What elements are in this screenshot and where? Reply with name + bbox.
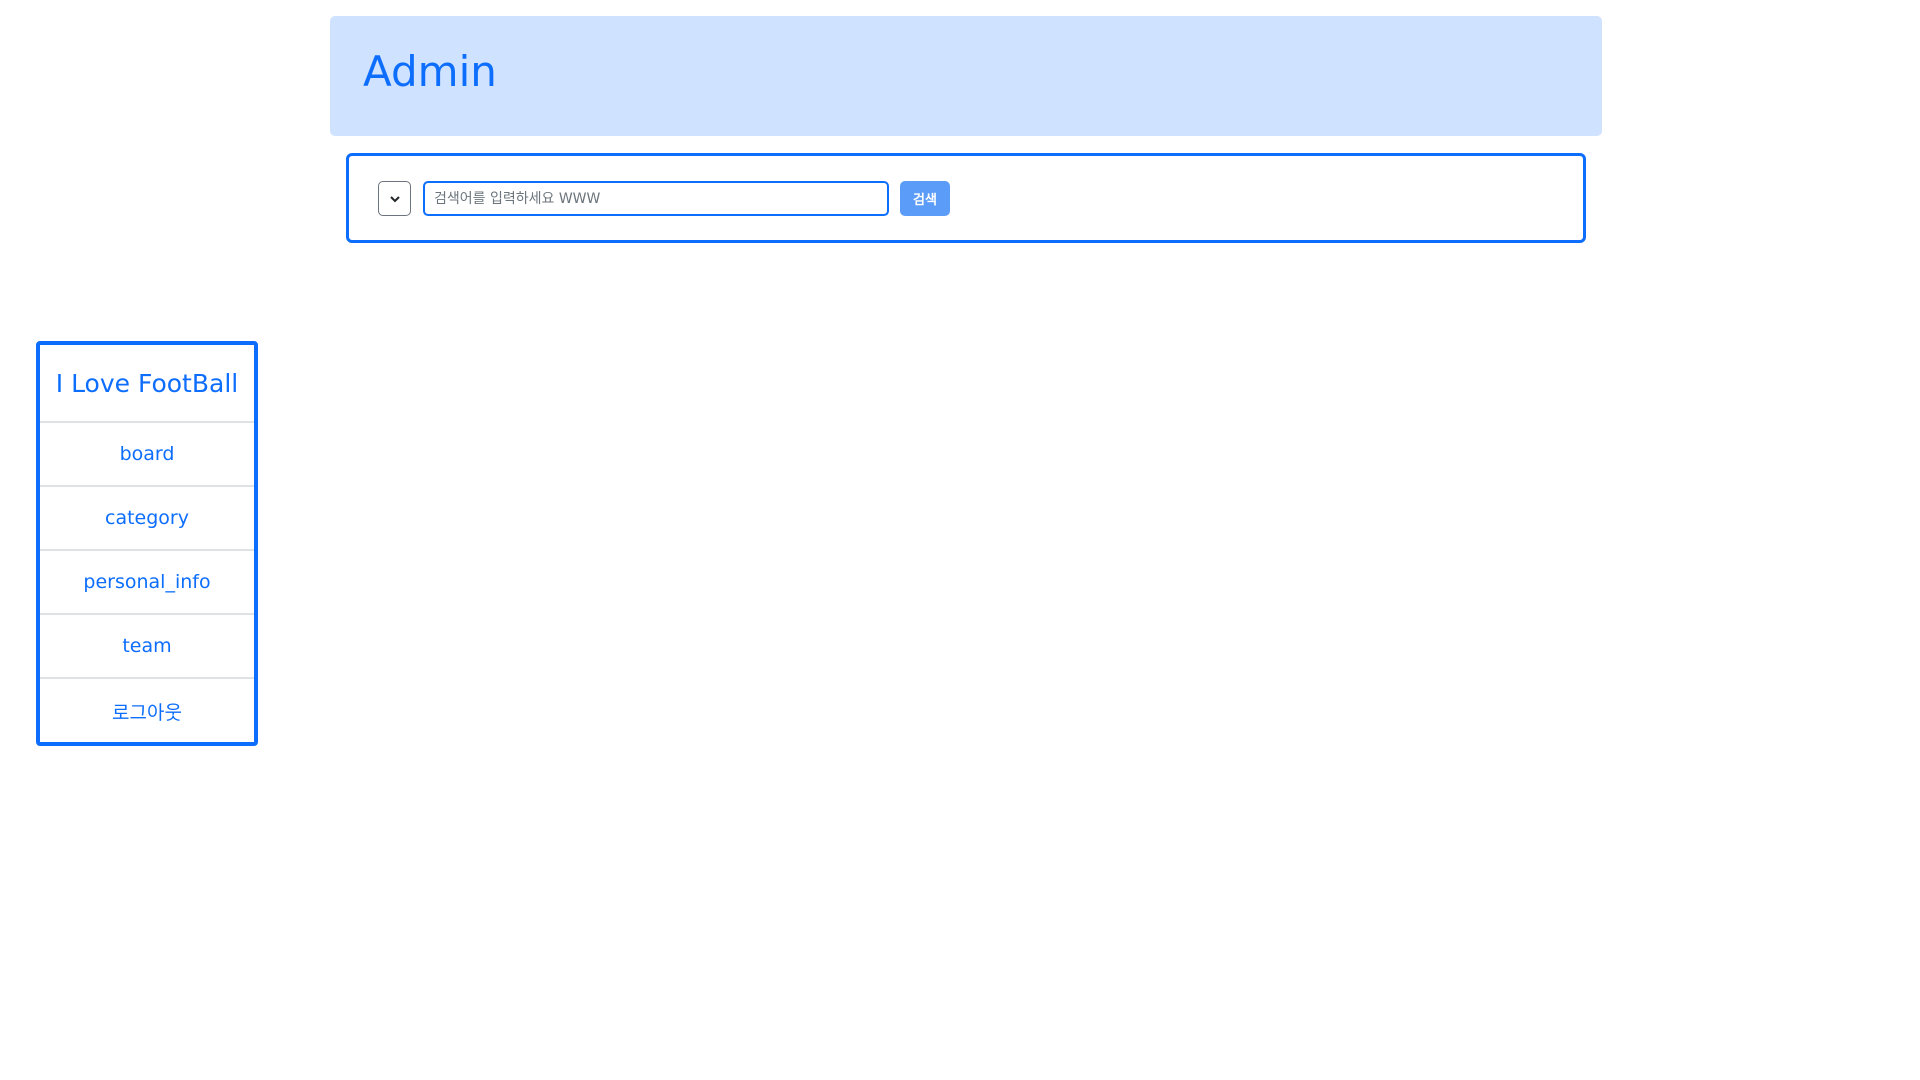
sidebar: I Love FootBall board category personal_… xyxy=(36,341,258,746)
sidebar-item-personal-info[interactable]: personal_info xyxy=(40,551,254,615)
sidebar-title: I Love FootBall xyxy=(40,345,254,423)
search-input[interactable] xyxy=(423,181,889,216)
sidebar-item-team[interactable]: team xyxy=(40,615,254,679)
page-title: Admin xyxy=(363,47,497,96)
search-button[interactable]: 검색 xyxy=(900,181,950,216)
sidebar-item-logout[interactable]: 로그아웃 xyxy=(40,679,254,743)
page-header: Admin xyxy=(330,16,1602,136)
sidebar-item-board[interactable]: board xyxy=(40,423,254,487)
search-type-select[interactable] xyxy=(378,181,411,216)
search-panel: 검색 xyxy=(346,153,1586,243)
chevron-down-icon xyxy=(389,195,400,202)
sidebar-item-category[interactable]: category xyxy=(40,487,254,551)
